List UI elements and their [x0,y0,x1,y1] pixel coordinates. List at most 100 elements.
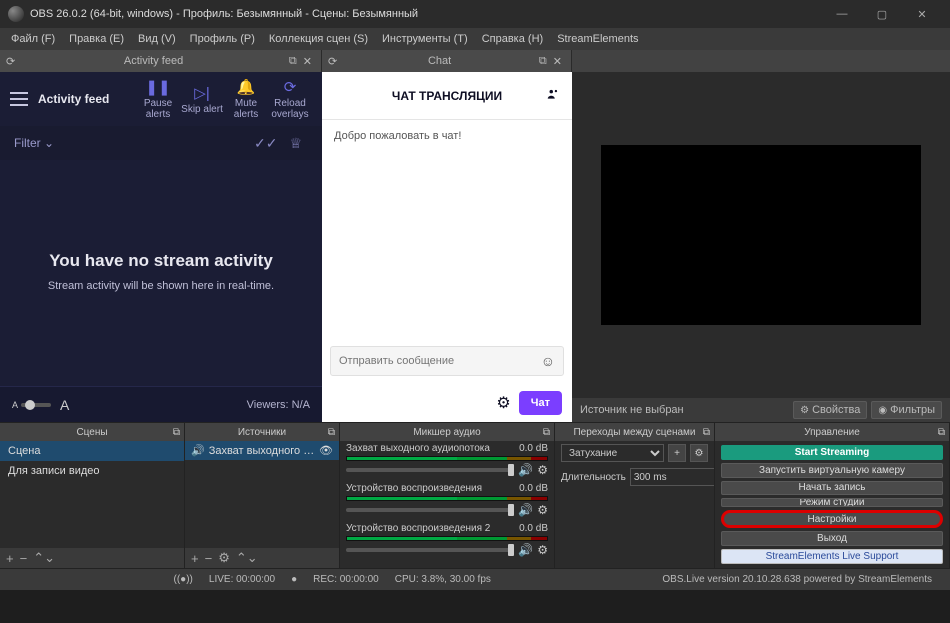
add-button[interactable]: + [668,444,686,462]
maximize-button[interactable]: ▢ [862,0,902,28]
gear-icon[interactable]: ⚙ [537,503,548,517]
minimize-button[interactable]: — [822,0,862,28]
properties-button[interactable]: ⚙Свойства [793,401,867,419]
gear-icon[interactable]: ⚙ [537,463,548,477]
skip-alert-button[interactable]: ▷|Skip alert [180,84,224,115]
scenes-header: Сцены⧉ [0,423,184,441]
tab-close-icon[interactable]: ✕ [553,55,562,68]
titlebar: OBS 26.0.2 (64-bit, windows) - Профиль: … [0,0,950,28]
start-streaming-button[interactable]: Start Streaming [721,445,943,460]
popout-icon[interactable]: ⧉ [173,427,180,438]
duration-input[interactable] [630,468,714,486]
reorder-icon[interactable]: ⌃⌄ [33,550,55,566]
eye-icon[interactable]: 👁 [319,444,333,457]
speaker-icon[interactable]: 🔊 [518,543,533,557]
checkmark-icon[interactable]: ✓✓ [254,135,277,152]
close-button[interactable]: ✕ [902,0,942,28]
menu-file[interactable]: Файл (F) [4,30,62,48]
menu-view[interactable]: Вид (V) [131,30,183,48]
menu-help[interactable]: Справка (H) [475,30,550,48]
track-name: Устройство воспроизведения [346,483,482,494]
volume-slider[interactable] [346,548,514,552]
users-icon[interactable] [546,87,560,104]
chat-messages: Добро пожаловать в чат! [322,120,572,338]
menu-tools[interactable]: Инструменты (T) [375,30,475,48]
exit-button[interactable]: Выход [721,531,943,546]
track-db: 0.0 dB [519,523,548,534]
chat-header: ЧАТ ТРАНСЛЯЦИИ [322,72,572,120]
refresh-icon[interactable]: ⟳ [328,55,337,68]
status-version: OBS.Live version 20.10.28.638 powered by… [662,574,932,585]
tab-activity-feed[interactable]: ⟳ Activity feed ⧉ ✕ [0,50,322,72]
track-db: 0.0 dB [519,443,548,454]
bottom-docks: Сцены⧉ Сцена Для записи видео + − ⌃⌄ Ист… [0,422,950,568]
volume-slider[interactable] [346,468,514,472]
tab-close-icon[interactable]: ✕ [303,55,312,68]
popout-icon[interactable]: ⧉ [543,427,550,438]
mixer-header: Микшер аудио⧉ [340,423,554,441]
gear-icon[interactable]: ⚙ [537,543,548,557]
preview-canvas[interactable] [601,145,921,325]
filter-dropdown[interactable]: Filter [14,136,54,150]
menu-streamelements[interactable]: StreamElements [550,30,645,48]
start-recording-button[interactable]: Начать запись [721,481,943,496]
controls-dock: Управление⧉ Start Streaming Запустить ви… [715,423,950,568]
support-button[interactable]: StreamElements Live Support [721,549,943,564]
popout-icon[interactable]: ⧉ [539,55,547,68]
size-large-label: A [60,397,69,413]
sources-list[interactable]: 🔊 Захват выходного ауди 👁 [185,441,339,548]
size-small-label: A [12,400,18,410]
reload-overlays-button[interactable]: ⟳Reload overlays [268,78,312,120]
popout-icon[interactable]: ⧉ [938,427,945,438]
studio-mode-button[interactable]: Режим студии [721,498,943,506]
mute-alerts-button[interactable]: 🔔Mute alerts [224,78,268,120]
tab-chat[interactable]: ⟳ Chat ⧉ ✕ [322,50,572,72]
menu-edit[interactable]: Правка (E) [62,30,131,48]
chat-input[interactable] [339,355,541,367]
add-button[interactable]: + [6,551,14,566]
size-slider[interactable] [21,403,51,407]
pause-alerts-button[interactable]: ❚❚Pause alerts [136,78,180,120]
filters-button[interactable]: ◉Фильтры [871,401,942,419]
gear-icon[interactable]: ⚙ [690,444,708,462]
source-item[interactable]: 🔊 Захват выходного ауди 👁 [185,441,339,460]
skip-icon: ▷| [180,84,224,102]
remove-button[interactable]: − [205,551,213,566]
hamburger-icon[interactable] [10,92,28,106]
popout-icon[interactable]: ⧉ [703,427,710,438]
remove-button[interactable]: − [20,551,28,566]
empty-subtitle: Stream activity will be shown here in re… [48,279,274,294]
volume-slider[interactable] [346,508,514,512]
sources-header: Источники⧉ [185,423,339,441]
track-name: Захват выходного аудиопотока [346,443,490,454]
gear-icon[interactable]: ⚙ [496,393,510,413]
transitions-dock: Переходы между сценами⧉ Затухание + ⚙ Дл… [555,423,715,568]
scenes-list[interactable]: Сцена Для записи видео [0,441,184,548]
popout-icon[interactable]: ⧉ [289,55,297,68]
no-source-label: Источник не выбран [580,404,684,416]
emoji-icon[interactable]: ☺ [541,353,555,369]
settings-button[interactable]: Настройки [721,510,943,529]
popout-icon[interactable]: ⧉ [328,427,335,438]
level-meter [346,536,548,541]
speaker-icon[interactable]: 🔊 [518,503,533,517]
crown-icon[interactable]: ♕ [289,135,302,152]
scene-item[interactable]: Для записи видео [0,461,184,481]
refresh-icon[interactable]: ⟳ [6,55,15,68]
menu-profile[interactable]: Профиль (P) [183,30,262,48]
transition-select[interactable]: Затухание [561,444,664,462]
gear-icon[interactable]: ⚙ [218,550,230,566]
text-size-control[interactable]: A A [12,397,69,413]
menu-scene-collection[interactable]: Коллекция сцен (S) [262,30,375,48]
add-button[interactable]: + [191,551,199,566]
track-db: 0.0 dB [519,483,548,494]
activity-feed-panel: Activity feed ❚❚Pause alerts ▷|Skip aler… [0,72,322,422]
sources-dock: Источники⧉ 🔊 Захват выходного ауди 👁 + −… [185,423,340,568]
virtual-camera-button[interactable]: Запустить виртуальную камеру [721,463,943,478]
speaker-icon[interactable]: 🔊 [518,463,533,477]
scene-item[interactable]: Сцена [0,441,184,461]
chat-send-button[interactable]: Чат [519,391,562,415]
transitions-body: Затухание + ⚙ Длительность ▴ ▾ [555,441,714,568]
record-icon: ● [291,574,297,585]
reorder-icon[interactable]: ⌃⌄ [236,550,258,566]
